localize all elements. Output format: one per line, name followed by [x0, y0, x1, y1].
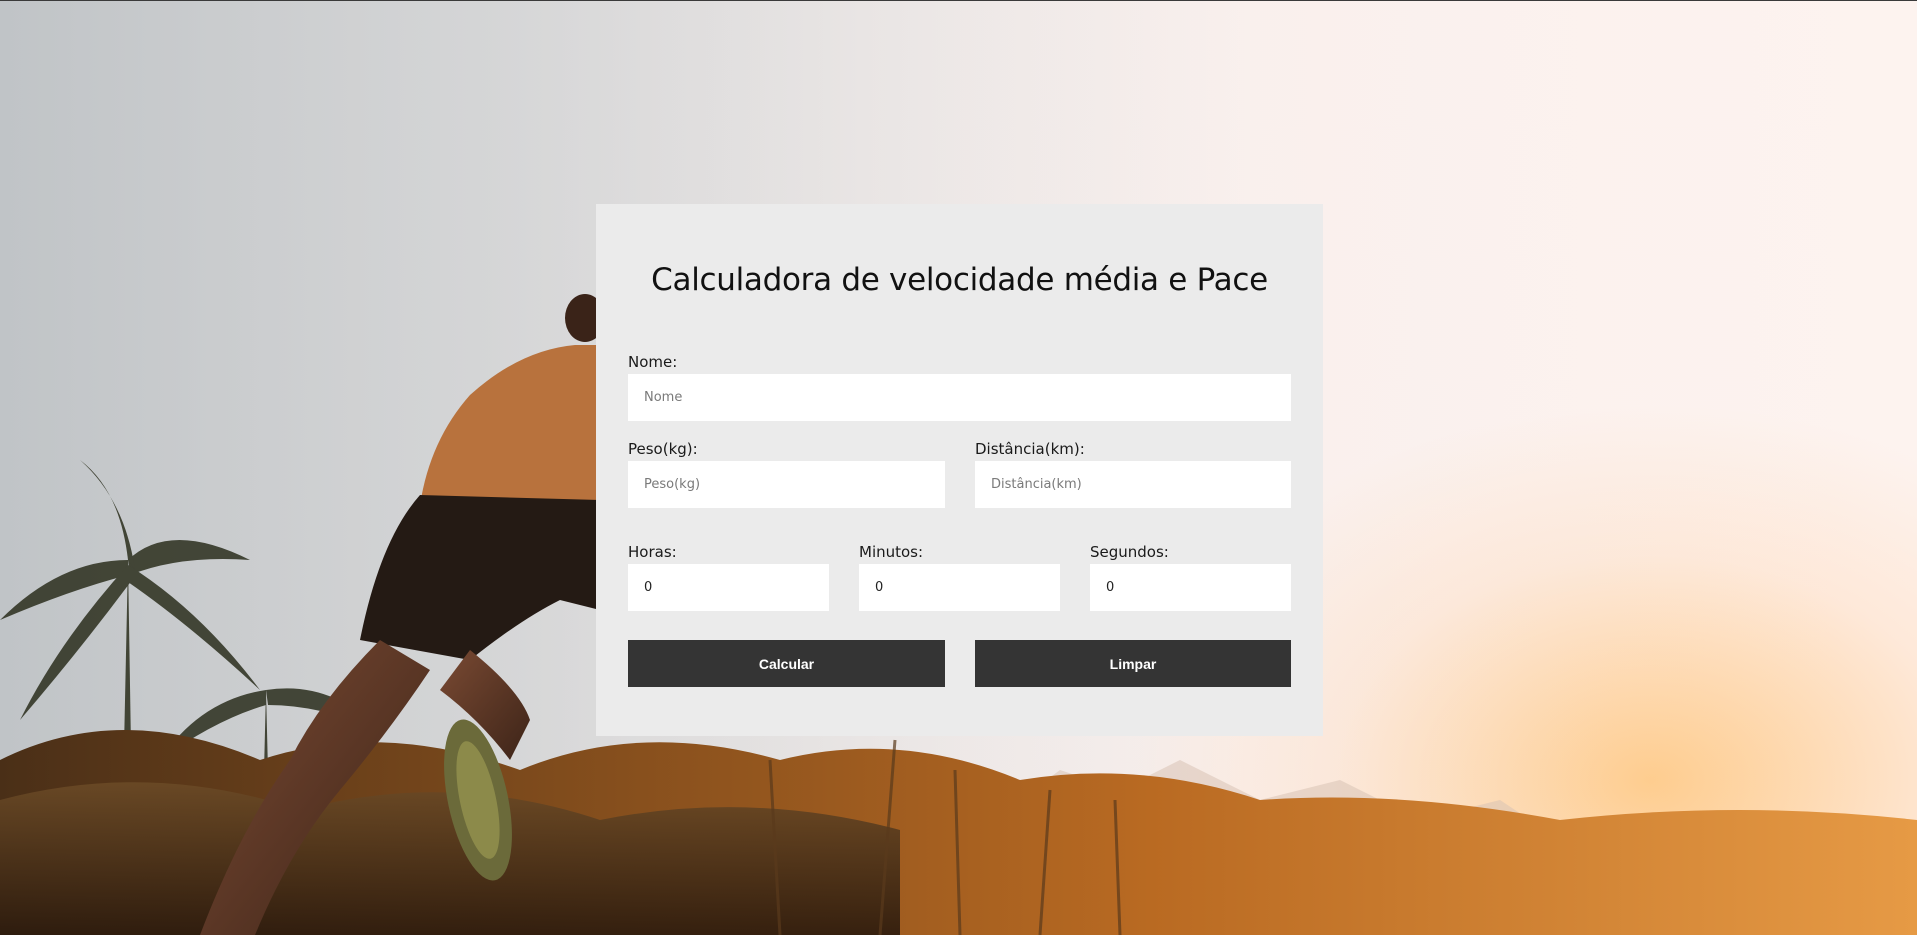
- segundos-field-group: Segundos:: [1090, 542, 1291, 611]
- peso-field-group: Peso(kg):: [628, 439, 945, 508]
- peso-input[interactable]: [628, 461, 945, 508]
- top-border: [0, 0, 1917, 1]
- page-title: Calculadora de velocidade média e Pace: [651, 262, 1268, 298]
- nome-label: Nome:: [628, 353, 678, 371]
- horas-label: Horas:: [628, 543, 677, 561]
- peso-label: Peso(kg):: [628, 440, 698, 458]
- segundos-label: Segundos:: [1090, 543, 1169, 561]
- horas-input[interactable]: [628, 564, 829, 611]
- distancia-input[interactable]: [975, 461, 1291, 508]
- nome-input[interactable]: [628, 374, 1291, 421]
- calcular-button[interactable]: Calcular: [628, 640, 945, 687]
- horas-field-group: Horas:: [628, 542, 829, 611]
- segundos-input[interactable]: [1090, 564, 1291, 611]
- distancia-field-group: Distância(km):: [975, 439, 1291, 508]
- minutos-field-group: Minutos:: [859, 542, 1060, 611]
- minutos-label: Minutos:: [859, 543, 924, 561]
- calculator-card: Calculadora de velocidade média e Pace N…: [596, 204, 1323, 736]
- nome-field-group: Nome:: [628, 352, 1291, 421]
- minutos-input[interactable]: [859, 564, 1060, 611]
- distancia-label: Distância(km):: [975, 440, 1085, 458]
- limpar-button[interactable]: Limpar: [975, 640, 1291, 687]
